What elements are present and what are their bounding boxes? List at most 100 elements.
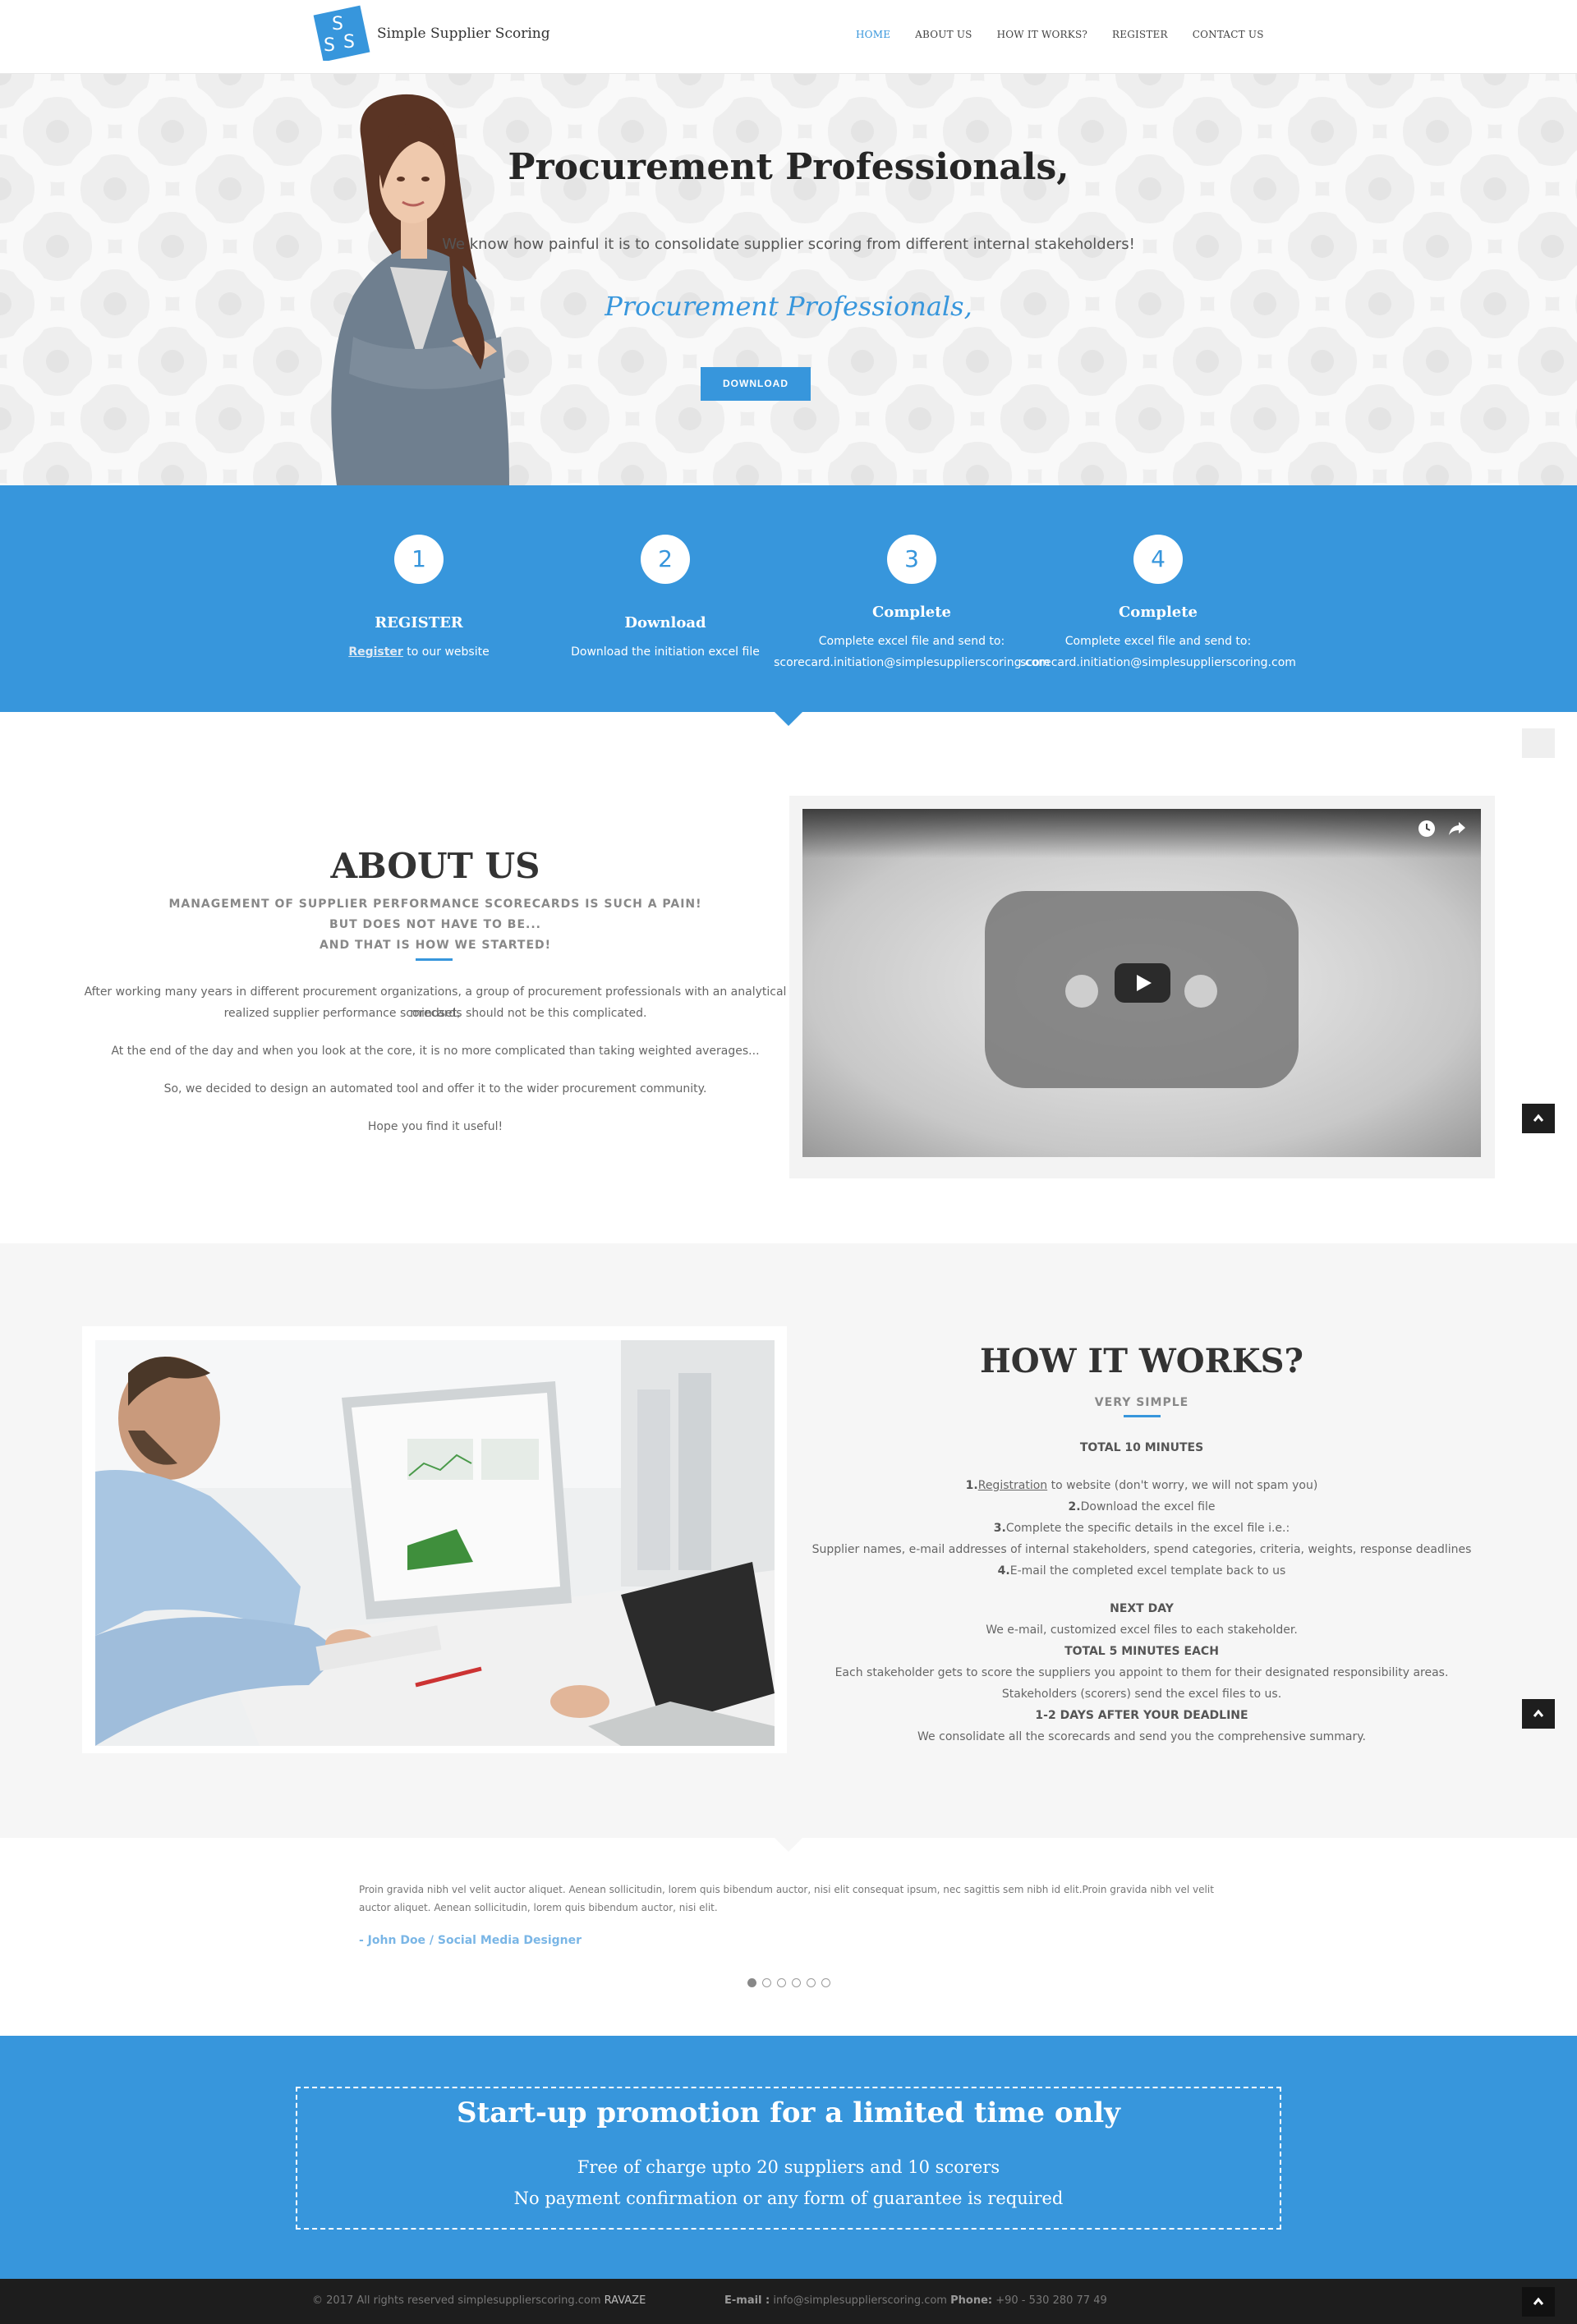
how-step-number: 2. [1068,1500,1081,1513]
site-header: S S S Simple Supplier Scoring HOME ABOUT… [0,0,1577,74]
step-email: scorecard.initiation@simplesupplierscori… [1020,656,1296,669]
divider [1124,1415,1161,1417]
share-icon[interactable] [1447,819,1467,838]
about-paragraph: At the end of the day and when you look … [111,1045,760,1058]
step-title: Complete [871,604,952,621]
how-total-time: TOTAL 10 MINUTES [788,1441,1495,1454]
logo-icon[interactable]: S S S [313,5,370,61]
how-step-3: 3.Complete the specific details in the e… [788,1522,1495,1535]
company-link[interactable]: RAVAZE [605,2294,646,2307]
registration-link[interactable]: Registration [978,1479,1047,1492]
about-tagline: AND THAT IS HOW WE STARTED! [319,939,552,952]
carousel-dot[interactable] [777,1978,786,1987]
how-next-day: NEXT DAY [788,1602,1495,1615]
phone-label: Phone: [950,2294,993,2307]
hero-script-text: Procurement Professionals, [605,291,972,322]
how-step-text: to website (don't worry, we will not spa… [1047,1479,1318,1492]
chevron-up-icon [1533,2297,1544,2305]
hero-title: Procurement Professionals, [508,146,1069,188]
nav-home[interactable]: HOME [856,29,890,40]
how-heading: NEXT DAY [1110,1602,1174,1615]
carousel-dot[interactable] [807,1978,816,1987]
nav-about-us[interactable]: ABOUT US [915,29,972,40]
chevron-up-icon [1533,1114,1544,1122]
how-step-4: 4.E-mail the completed excel template ba… [788,1564,1495,1578]
logo-letter: S [324,35,335,56]
download-button[interactable]: DOWNLOAD [701,367,811,401]
how-subtitle: VERY SIMPLE [1094,1396,1189,1409]
promo-line: Free of charge upto 20 suppliers and 10 … [577,2157,1000,2177]
carousel-dot[interactable] [747,1978,756,1987]
scroll-top-button[interactable] [1522,2287,1555,2317]
how-heading: 1-2 DAYS AFTER YOUR DEADLINE [1035,1709,1248,1722]
carousel-dot[interactable] [762,1978,771,1987]
promo-line: No payment confirmation or any form of g… [513,2189,1064,2208]
nav-how-it-works[interactable]: HOW IT WORKS? [997,29,1087,40]
how-total-5-text: Each stakeholder gets to score the suppl… [834,1666,1449,1679]
step-number: 4 [1133,535,1183,584]
step-title: Download [624,614,706,632]
section-arrow [775,712,802,726]
how-heading: TOTAL 5 MINUTES EACH [1064,1645,1219,1658]
how-next-day-text: We e-mail, customized excel files to eac… [986,1624,1298,1637]
how-deadline-text: We consolidate all the scorecards and se… [917,1730,1366,1743]
how-total-5-text: Stakeholders (scorers) send the excel fi… [1001,1688,1282,1701]
about-paragraph: Hope you find it useful! [367,1120,503,1133]
carousel-dot[interactable] [792,1978,801,1987]
about-tagline: MANAGEMENT OF SUPPLIER PERFORMANCE SCORE… [168,898,702,911]
hero-background-pattern [0,74,1577,485]
chevron-up-icon [1533,1709,1544,1717]
nav-contact-us[interactable]: CONTACT US [1193,29,1264,40]
copyright: © 2017 All rights reserved simplesupplie… [312,2294,646,2307]
office-illustration [95,1340,775,1746]
clock-icon[interactable] [1417,819,1437,838]
step-number: 2 [641,535,690,584]
section-arrow [775,1838,802,1852]
how-step-text: Download the excel file [1080,1500,1216,1513]
brand-name[interactable]: Simple Supplier Scoring [377,25,550,42]
scroll-top-button-faded[interactable] [1522,728,1555,758]
how-deadline: 1-2 DAYS AFTER YOUR DEADLINE [788,1709,1495,1722]
carousel-dot[interactable] [821,1978,830,1987]
office-photo [95,1340,775,1746]
how-step-3-detail: Supplier names, e-mail addresses of inte… [811,1543,1472,1556]
how-title: HOW IT WORKS? [980,1342,1303,1380]
site-footer: © 2017 All rights reserved simplesupplie… [0,2279,1577,2324]
how-step-number: 4. [997,1564,1010,1578]
how-step-number: 1. [965,1479,978,1492]
how-total-5: TOTAL 5 MINUTES EACH [788,1645,1495,1658]
copyright-text: © 2017 All rights reserved simplesupplie… [312,2294,601,2307]
how-step-2: 2.Download the excel file [788,1500,1495,1513]
how-heading: TOTAL 10 MINUTES [1079,1441,1204,1454]
testimonial-author: - John Doe / Social Media Designer [359,1934,582,1947]
hero-subtitle: We know how painful it is to consolidate… [442,236,1135,253]
scroll-top-button[interactable] [1522,1104,1555,1133]
step-text: Complete excel file and send to: [1064,635,1252,648]
nav-register[interactable]: REGISTER [1112,29,1168,40]
testimonial-text: Proin gravida nibh vel velit auctor aliq… [359,1884,1214,1913]
step-title: Complete [1118,604,1198,621]
promo-title: Start-up promotion for a limited time on… [457,2097,1120,2129]
phone-number: +90 - 530 280 77 49 [995,2294,1107,2307]
register-link[interactable]: Register [348,645,403,659]
about-paragraph: realized supplier performance scorecards… [223,1007,647,1020]
carousel-dots [747,1978,830,1987]
about-title: ABOUT US [330,846,540,886]
logo-letter: S [332,14,343,34]
steps-section: 1 REGISTER Register to our website 2 Dow… [0,485,1577,712]
email-link[interactable]: info@simplesupplierscoring.com [773,2294,947,2307]
how-step-1: 1.Registration to website (don't worry, … [788,1479,1495,1492]
contact-info: E-mail : info@simplesupplierscoring.com … [724,2294,1107,2307]
logo-letter: S [343,32,355,53]
video-player[interactable] [802,809,1481,1157]
step-number: 3 [887,535,936,584]
about-paragraph: So, we decided to design an automated to… [163,1082,707,1095]
how-step-number: 3. [993,1522,1006,1535]
how-step-text: Complete the specific details in the exc… [1005,1522,1290,1535]
email-label: E-mail : [724,2294,770,2307]
divider [416,958,453,961]
scroll-top-button[interactable] [1522,1699,1555,1729]
play-icon[interactable] [1115,963,1170,1003]
hero-section: Procurement Professionals, We know how p… [0,74,1577,485]
how-step-text: E-mail the completed excel template back… [1009,1564,1286,1578]
